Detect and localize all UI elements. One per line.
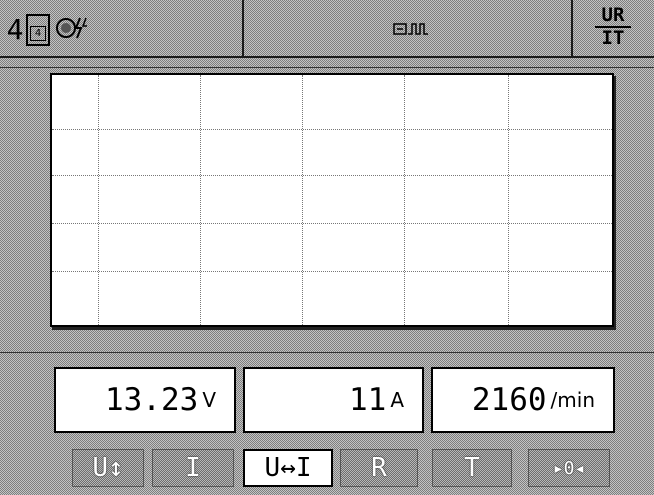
probe-status-icon [54, 14, 92, 42]
time-mode-button[interactable]: T [432, 449, 512, 487]
voltage-mode-button[interactable]: U↕ [72, 449, 144, 487]
current-mode-button[interactable]: I [152, 449, 234, 487]
header-right-panel: UR IT [573, 0, 654, 58]
plot-gridline [52, 223, 612, 224]
display-top-border [0, 67, 654, 68]
channel-number: 4 [6, 12, 24, 46]
voltage-current-mode-label: U↔I [264, 453, 312, 483]
voltage-unit: V [202, 388, 216, 412]
plot-gridline [200, 75, 201, 325]
speed-value: 2160 [471, 382, 547, 418]
voltage-value: 13.23 [104, 382, 199, 418]
mode-label-top: UR [601, 4, 625, 26]
header-left-panel: 4 4 [0, 0, 242, 58]
channel-box-icon[interactable]: 4 [26, 14, 50, 46]
plot-gridline [52, 129, 612, 130]
resistance-mode-label: R [371, 453, 387, 483]
plot-gridline [508, 75, 509, 325]
voltage-mode-label: U↕ [92, 453, 124, 483]
zero-button[interactable]: ▸0◂ [528, 449, 610, 487]
current-mode-label: I [185, 453, 201, 483]
header-bottom-border [0, 56, 654, 58]
voltage-readout: 13.23 V [54, 367, 236, 433]
current-value: 11 [348, 382, 387, 418]
plot-gridline [52, 175, 612, 176]
channel-box-value: 4 [30, 26, 46, 41]
display-bottom-border [0, 352, 654, 353]
trigger-pulse-icon [392, 16, 432, 42]
plot-gridline [302, 75, 303, 325]
mode-indicator[interactable]: UR IT [591, 6, 635, 52]
plot-gridline [98, 75, 99, 325]
plot-gridline [404, 75, 405, 325]
speed-unit: /min [550, 388, 595, 412]
voltage-current-mode-button[interactable]: U↔I [243, 449, 333, 487]
speed-readout: 2160/min [431, 367, 615, 433]
plot-gridline [52, 271, 612, 272]
waveform-plot-area[interactable] [50, 73, 614, 327]
current-readout: 11 A [243, 367, 424, 433]
zero-label: ▸0◂ [552, 457, 586, 479]
mode-label-bottom: IT [601, 27, 625, 49]
time-mode-label: T [464, 453, 480, 483]
current-unit: A [390, 388, 404, 412]
header-center-panel [244, 2, 571, 56]
resistance-mode-button[interactable]: R [340, 449, 418, 487]
